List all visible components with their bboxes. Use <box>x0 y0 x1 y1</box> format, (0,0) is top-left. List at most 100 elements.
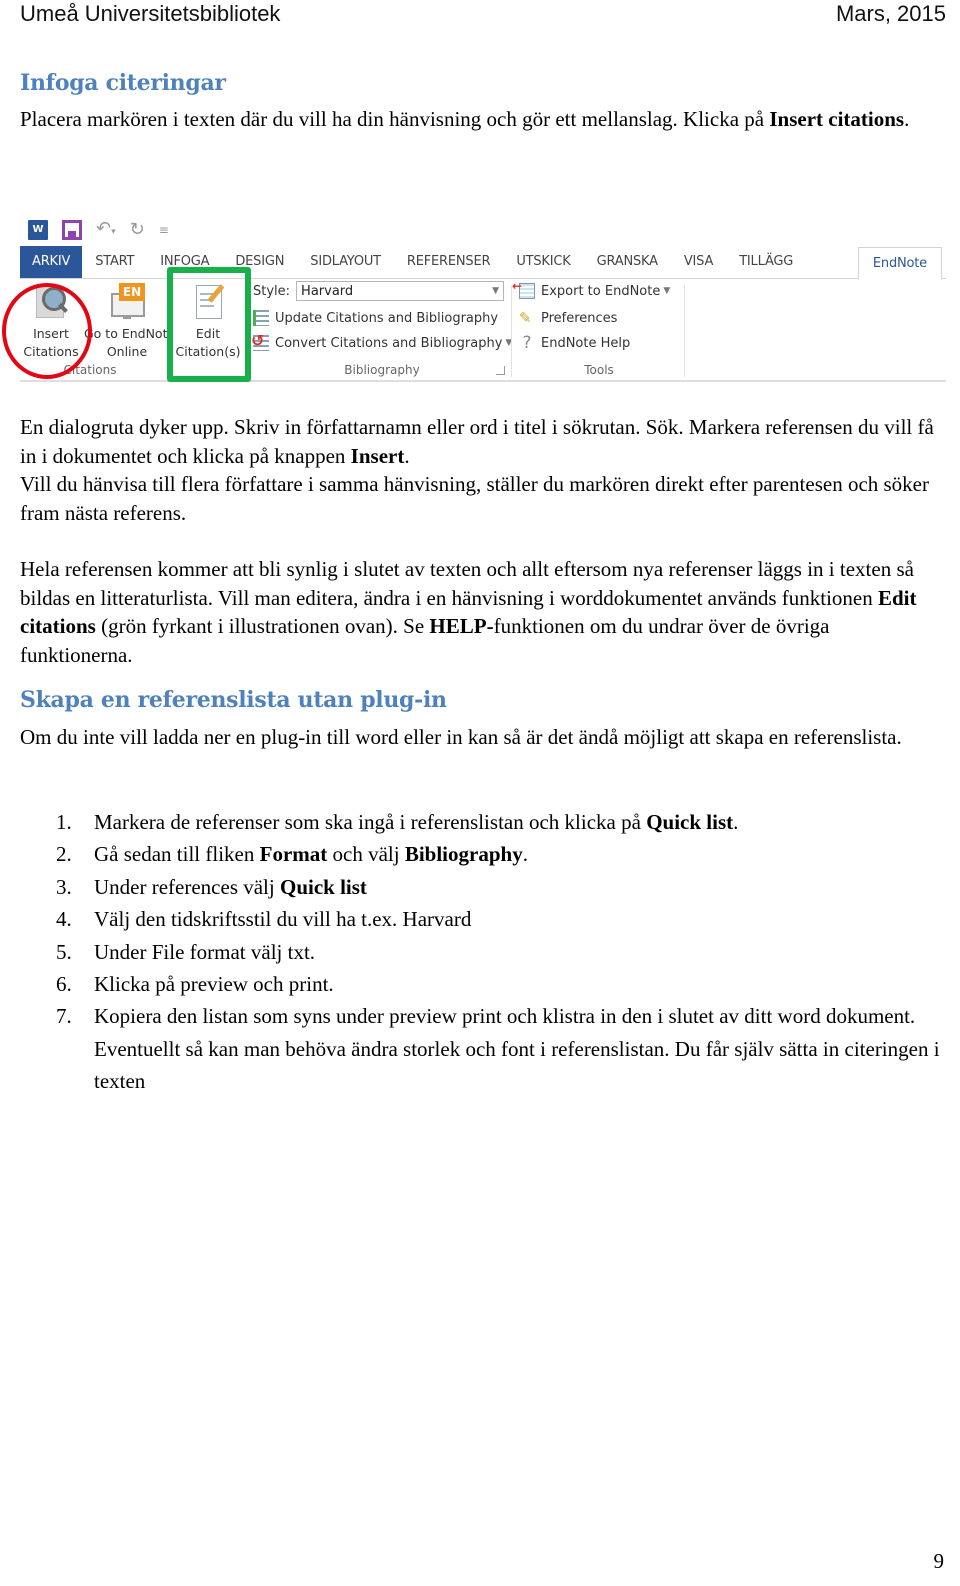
step-text: Gå sedan till fliken <box>94 842 260 867</box>
update-citations-label: Update Citations and Bibliography <box>275 310 499 326</box>
group-separator <box>684 285 685 377</box>
dialog-end: . <box>404 443 410 468</box>
word-icon[interactable]: W <box>28 220 48 240</box>
page-number: 9 <box>933 1549 945 1573</box>
convert-citations-button[interactable]: Convert Citations and Bibliography ▼ <box>251 331 512 355</box>
group-bibliography: Style: Harvard ▼ Update Citations and Bi… <box>251 279 512 379</box>
full-reference-paragraph: Hela referensen kommer att bli synlig i … <box>20 555 944 669</box>
step-number: 2. <box>56 842 72 867</box>
list-item: 6. Klicka på preview och print. <box>56 968 946 1000</box>
page-header: Umeå Universitetsbibliotek Mars, 2015 <box>20 0 946 28</box>
dialog-text: En dialogruta dyker upp. Skriv in förfat… <box>20 415 934 468</box>
step-bold: Quick list <box>646 810 734 834</box>
intro-text: Placera markören i texten där du vill ha… <box>20 107 770 131</box>
quick-access-toolbar: W ↶▾ ↻ ≡ <box>28 218 169 242</box>
list-item: 7. Kopiera den listan som syns under pre… <box>56 1000 946 1097</box>
step-text: . <box>522 842 528 867</box>
step-bold: Format <box>259 842 328 867</box>
ribbon-tabs: ARKIV START INFOGA DESIGN SIDLAYOUT REFE… <box>20 246 946 280</box>
green-box-annotation <box>167 267 251 382</box>
tab-visa[interactable]: VISA <box>671 246 726 278</box>
export-to-endnote-button[interactable]: Export to EndNote ▼ <box>512 279 671 303</box>
tab-utskick[interactable]: UTSKICK <box>503 246 583 278</box>
step-number: 7. <box>56 1004 72 1029</box>
multi-author-text: Vill du hänvisa till flera författare i … <box>20 472 929 525</box>
dialog-bold: Insert <box>350 443 405 468</box>
style-dropdown[interactable]: Harvard ▼ <box>296 281 505 301</box>
step-number: 1. <box>56 810 72 834</box>
update-citations-icon <box>253 310 269 326</box>
update-citations-button[interactable]: Update Citations and Bibliography <box>253 306 498 330</box>
full-ref-text-1: Hela referensen kommer att bli synlig i … <box>20 557 914 610</box>
tab-tillagg[interactable]: TILLÄGG <box>726 246 806 278</box>
step-text: Under references välj <box>94 874 280 899</box>
export-icon <box>512 279 535 299</box>
undo-icon[interactable]: ↶▾ <box>96 218 116 242</box>
endnote-online-label-1: Go to EndNote <box>84 326 170 341</box>
intro-paragraph: Placera markören i texten där du vill ha… <box>20 105 944 134</box>
full-ref-text-2: (grön fyrkant i illustrationen ovan). Se <box>95 614 430 638</box>
step-bold: Bibliography <box>404 842 523 867</box>
tab-granska[interactable]: GRANSKA <box>584 246 671 278</box>
section-heading-insert-citations: Infoga citeringar <box>20 70 226 96</box>
group-citations: Insert Citations EN Go to EndNote Online… <box>2 267 251 382</box>
tab-sidlayout[interactable]: SIDLAYOUT <box>297 246 394 278</box>
endnote-ribbon-screenshot: W ↶▾ ↻ ≡ ARKIV START INFOGA DESIGN SIDLA… <box>2 210 946 385</box>
preferences-button[interactable]: ✎ Preferences <box>519 306 617 330</box>
ribbon-body: Insert Citations EN Go to EndNote Online… <box>2 267 946 382</box>
endnote-online-label-2: Online <box>106 344 148 359</box>
style-dropdown-value: Harvard <box>301 283 354 299</box>
list-item: 2. Gå sedan till fliken Format och välj … <box>56 838 946 870</box>
header-institution: Umeå Universitetsbibliotek <box>20 1 281 26</box>
red-circle-annotation <box>2 283 92 379</box>
step-text: Under File format välj txt. <box>94 939 316 964</box>
chevron-down-icon: ▼ <box>492 286 500 296</box>
step-bold: Quick list <box>279 874 367 899</box>
intro-end: . <box>904 107 910 131</box>
group-label-tools: Tools <box>584 363 614 377</box>
step-number: 3. <box>56 874 72 899</box>
endnote-help-label: EndNote Help <box>541 335 631 351</box>
tab-endnote[interactable]: EndNote <box>857 247 942 280</box>
chevron-down-icon: ▼ <box>663 286 671 296</box>
save-icon[interactable] <box>62 220 82 240</box>
preferences-tools-icon: ✎ <box>519 309 532 327</box>
full-ref-bold-2: HELP- <box>429 614 494 638</box>
convert-citations-icon <box>251 331 269 351</box>
step-text: Klicka på preview och print. <box>94 972 334 997</box>
group-label-bibliography: Bibliography <box>344 363 420 377</box>
list-item: 1. Markera de referenser som ska ingå i … <box>56 806 946 838</box>
group-separator <box>511 285 512 377</box>
export-to-endnote-label: Export to EndNote <box>541 283 661 299</box>
dialog-paragraph: En dialogruta dyker upp. Skriv in förfat… <box>20 413 944 527</box>
intro-bold: Insert citations <box>769 107 905 131</box>
list-item: 5. Under File format välj txt. <box>56 936 946 968</box>
tab-start[interactable]: START <box>82 246 147 278</box>
endnote-help-button[interactable]: ? EndNote Help <box>519 331 630 355</box>
step-text: och välj <box>327 842 405 867</box>
header-date: Mars, 2015 <box>835 1 946 26</box>
customize-qat-icon[interactable]: ≡ <box>159 220 169 240</box>
go-to-endnote-online-button[interactable]: EN Go to EndNote Online <box>84 279 170 361</box>
tab-arkiv[interactable]: ARKIV <box>20 246 83 278</box>
style-row: Style: Harvard ▼ <box>253 279 505 303</box>
step-number: 4. <box>56 907 72 932</box>
list-item: 3. Under references välj Quick list <box>56 871 946 903</box>
convert-citations-label: Convert Citations and Bibliography <box>275 335 503 351</box>
help-icon: ? <box>522 333 532 353</box>
redo-icon[interactable]: ↻ <box>130 220 145 240</box>
step-text: Välj den tidskriftsstil du vill ha t.ex.… <box>94 907 472 932</box>
dialog-launcher-icon[interactable] <box>496 366 505 375</box>
reference-list-intro: Om du inte vill ladda ner en plug-in til… <box>20 725 902 749</box>
tab-referenser[interactable]: REFERENSER <box>394 246 503 278</box>
steps-list: 1. Markera de referenser som ska ingå i … <box>56 806 946 1098</box>
style-label: Style: <box>253 283 291 299</box>
step-text: Markera de referenser som ska ingå i ref… <box>94 810 647 834</box>
group-tools: Export to EndNote ▼ ✎ Preferences ? EndN… <box>512 279 679 379</box>
endnote-online-icon: EN <box>109 283 145 319</box>
list-item: 4. Välj den tidskriftsstil du vill ha t.… <box>56 903 946 935</box>
step-number: 6. <box>56 972 72 997</box>
section-heading-reference-list: Skapa en referenslista utan plug-in <box>20 687 447 713</box>
step-number: 5. <box>56 939 72 964</box>
step-text: Kopiera den listan som syns under previe… <box>94 1004 940 1094</box>
